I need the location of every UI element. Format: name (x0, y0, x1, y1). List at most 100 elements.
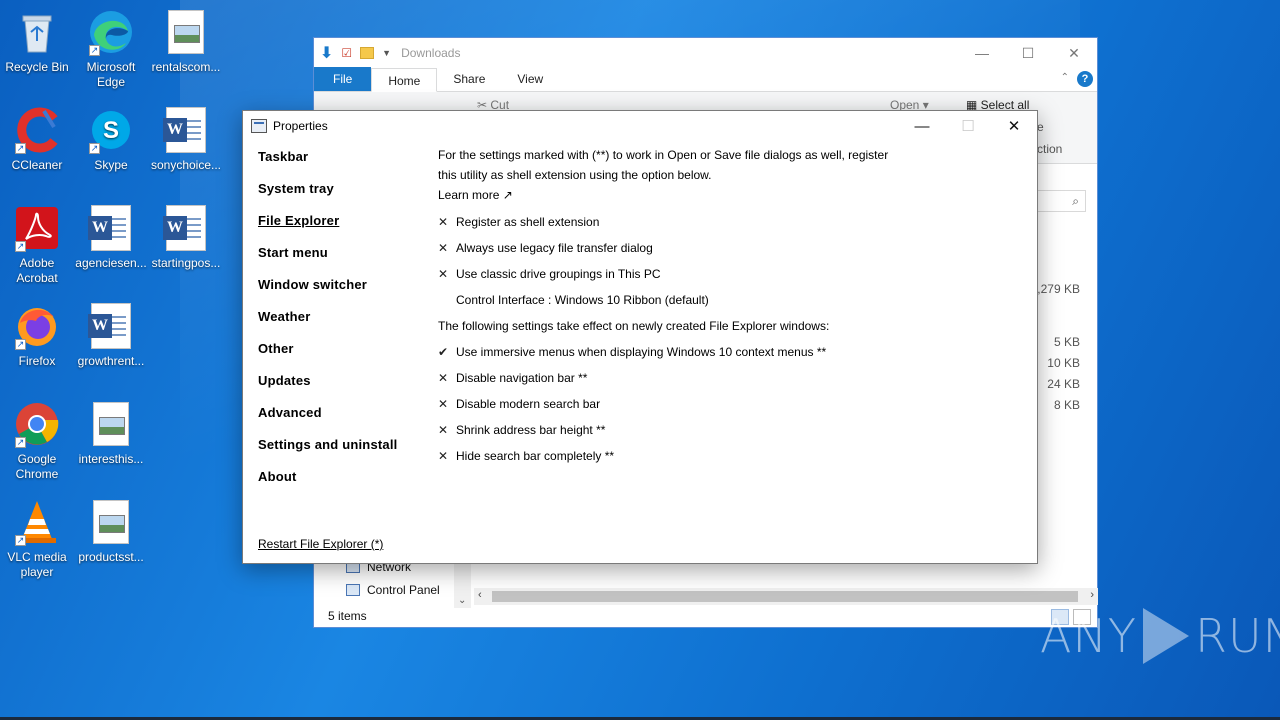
firefox-icon: ↗ (13, 302, 61, 350)
nav-window-switcher[interactable]: Window switcher (258, 277, 397, 309)
file-size: 0,279 KB (1030, 282, 1080, 296)
nav-about[interactable]: About (258, 469, 397, 501)
desktop-icon-label: CCleaner (11, 158, 63, 172)
unchecked-x-icon: ✕ (438, 397, 449, 411)
desktop-icon-ccleaner[interactable]: ↗ CCleaner (0, 106, 75, 173)
desktop-icon-skype[interactable]: S ↗ Skype (73, 106, 149, 173)
tab-view[interactable]: View (501, 67, 559, 91)
desktop-icon-agenciesen[interactable]: W agenciesen... (73, 204, 149, 271)
restart-explorer-link[interactable]: Restart File Explorer (*) (258, 537, 383, 551)
option-label: Register as shell extension (456, 215, 600, 229)
scroll-right-icon[interactable]: › (1090, 589, 1094, 601)
desktop-icon-recycle-bin[interactable]: Recycle Bin (0, 8, 75, 75)
unchecked-x-icon: ✕ (438, 267, 449, 281)
close-button[interactable]: ✕ (1051, 38, 1097, 68)
desktop-icon-rentalscom[interactable]: rentalscom... (148, 8, 224, 75)
tab-home[interactable]: Home (371, 68, 438, 92)
word-document-icon: W (162, 204, 210, 252)
nav-updates[interactable]: Updates (258, 373, 397, 405)
option-label: Always use legacy file transfer dialog (456, 241, 653, 255)
nav-label: Control Panel (367, 583, 440, 597)
option-legacy-file-transfer[interactable]: ✕ Always use legacy file transfer dialog (438, 235, 908, 261)
intro-text-line1: For the settings marked with (**) to wor… (438, 148, 889, 162)
option-classic-drive-groupings[interactable]: ✕ Use classic drive groupings in This PC (438, 261, 908, 287)
nav-file-explorer[interactable]: File Explorer (258, 213, 397, 245)
option-hide-search-bar[interactable]: ✕ Hide search bar completely ** (438, 443, 908, 469)
option-immersive-menus[interactable]: ✔ Use immersive menus when displaying Wi… (438, 339, 908, 365)
settings-content: For the settings marked with (**) to wor… (438, 145, 908, 469)
control-interface-selector[interactable]: Control Interface : Windows 10 Ribbon (d… (438, 287, 908, 313)
unchecked-x-icon: ✕ (438, 215, 449, 229)
edge-icon: ↗ (87, 8, 135, 56)
maximize-button[interactable]: ☐ (1005, 38, 1051, 68)
desktop-icon-label: productsst... (78, 550, 144, 564)
option-register-shell-extension[interactable]: ✕ Register as shell extension (438, 209, 908, 235)
scrollbar-thumb[interactable] (492, 591, 1078, 602)
learn-more-link[interactable]: Learn more ↗ (438, 185, 513, 205)
tab-file[interactable]: File (314, 67, 372, 91)
nav-other[interactable]: Other (258, 341, 397, 373)
nav-settings-and-uninstall[interactable]: Settings and uninstall (258, 437, 397, 469)
desktop-icon-vlc[interactable]: ↗ VLC media player (0, 498, 75, 580)
desktop-icon-label: Skype (94, 158, 128, 172)
option-disable-modern-search[interactable]: ✕ Disable modern search bar (438, 391, 908, 417)
maximize-button: ☐ (961, 118, 975, 135)
nav-start-menu[interactable]: Start menu (258, 245, 397, 277)
properties-dialog[interactable]: Properties — ☐ ✕ Taskbar System tray Fil… (242, 110, 1038, 564)
file-size: 5 KB (1053, 335, 1080, 349)
desktop-icon-edge[interactable]: ↗ Microsoft Edge (73, 8, 149, 90)
desktop-icon-label: Firefox (18, 354, 56, 368)
desktop-icon-label: sonychoice... (150, 158, 222, 172)
ribbon-expand-icon[interactable]: ⌃ (1061, 72, 1069, 83)
file-size: 8 KB (1053, 398, 1080, 412)
desktop-icon-firefox[interactable]: ↗ Firefox (0, 302, 75, 369)
scroll-left-icon[interactable]: ‹ (478, 589, 482, 601)
ribbon-fragment: e (1037, 120, 1044, 134)
recycle-bin-icon (13, 8, 61, 56)
desktop-icon-label: interesthis... (78, 452, 144, 466)
desktop-icon-startingpos[interactable]: W startingpos... (148, 204, 224, 271)
desktop-icon-acrobat[interactable]: ↗ Adobe Acrobat (0, 204, 75, 286)
search-box[interactable]: ⌕ (1036, 190, 1086, 212)
option-shrink-address-bar[interactable]: ✕ Shrink address bar height ** (438, 417, 908, 443)
dialog-title-bar[interactable]: Properties — ☐ ✕ (243, 111, 1037, 141)
nav-system-tray[interactable]: System tray (258, 181, 397, 213)
close-button[interactable]: ✕ (991, 111, 1037, 141)
quick-access-dropdown-icon[interactable]: ▼ (382, 48, 391, 58)
app-icon (251, 119, 267, 133)
desktop-icon-growthrent[interactable]: W growthrent... (73, 302, 149, 369)
tab-share[interactable]: Share (437, 67, 501, 91)
image-file-icon (87, 498, 135, 546)
properties-check-icon[interactable]: ☑ (341, 46, 352, 60)
help-icon[interactable]: ? (1077, 71, 1093, 87)
minimize-button[interactable]: — (899, 111, 945, 141)
ccleaner-icon: ↗ (13, 106, 61, 154)
image-file-icon (87, 400, 135, 448)
intro-text-line2: this utility as shell extension using th… (438, 168, 712, 182)
nav-taskbar[interactable]: Taskbar (258, 149, 397, 181)
status-bar: 5 items (314, 605, 1097, 627)
desktop-icon-label: growthrent... (77, 354, 145, 368)
nav-scrollbar[interactable]: ⌄ (454, 558, 471, 608)
ribbon-fragment: ction (1037, 142, 1063, 156)
desktop-icon-sonychoice[interactable]: W sonychoice... (148, 106, 224, 173)
dialog-title: Properties (273, 119, 328, 133)
explorer-title: Downloads (401, 46, 461, 60)
checkmark-icon: ✔ (438, 345, 449, 359)
desktop-icon-label: startingpos... (151, 256, 221, 270)
option-label: Use classic drive groupings in This PC (456, 267, 661, 281)
desktop-icon-chrome[interactable]: ↗ Google Chrome (0, 400, 75, 482)
option-disable-navigation-bar[interactable]: ✕ Disable navigation bar ** (438, 365, 908, 391)
horizontal-scrollbar[interactable]: ‹ › (474, 588, 1098, 605)
option-label: Hide search bar completely ** (456, 449, 615, 463)
nav-advanced[interactable]: Advanced (258, 405, 397, 437)
minimize-button[interactable]: — (959, 38, 1005, 68)
desktop-icon-label: Adobe Acrobat (16, 256, 58, 285)
desktop-icon-interesthis[interactable]: interesthis... (73, 400, 149, 467)
desktop-icon-productsst[interactable]: productsst... (73, 498, 149, 565)
nav-item-control-panel[interactable]: Control Panel (346, 583, 440, 597)
desktop-icon-label: Google Chrome (15, 452, 59, 481)
explorer-title-bar[interactable]: ⬇ ☑ ▼ Downloads — ☐ ✕ (314, 38, 1097, 68)
folder-icon (360, 47, 375, 59)
nav-weather[interactable]: Weather (258, 309, 397, 341)
